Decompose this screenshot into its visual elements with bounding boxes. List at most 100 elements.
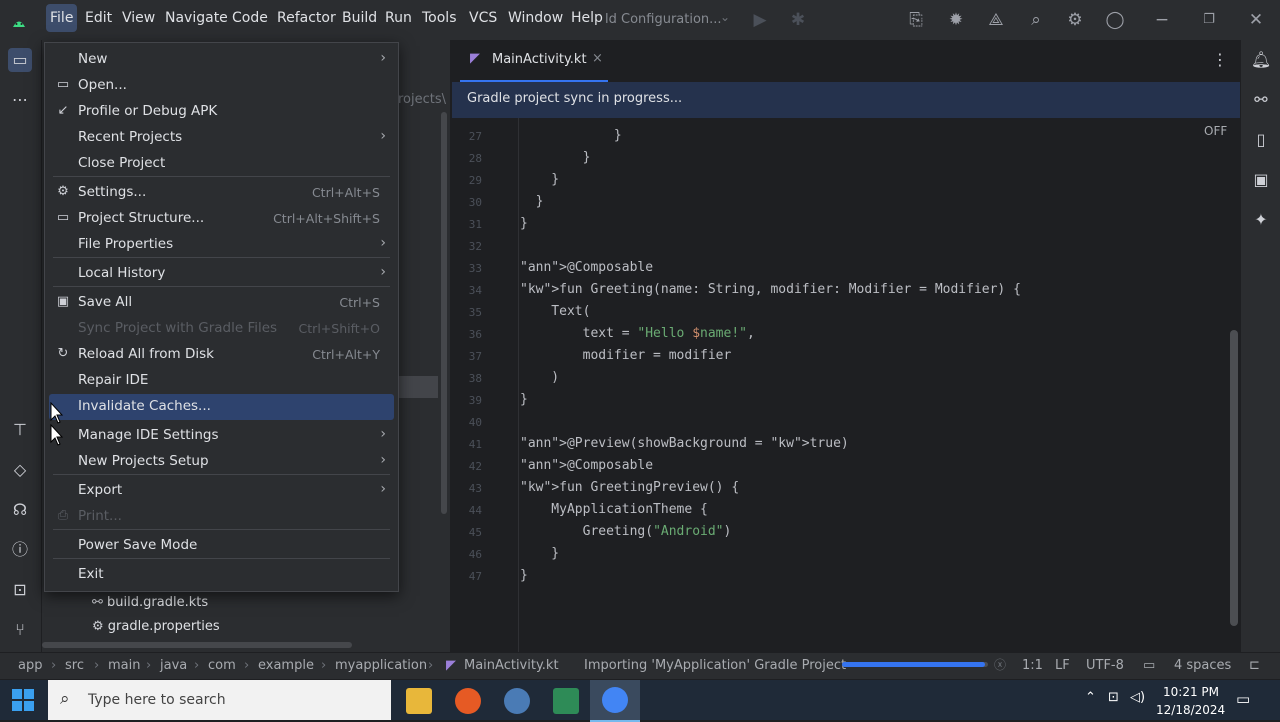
breadcrumb-item[interactable]: src [65,658,84,673]
inlay-hints-toggle[interactable]: OFF [1204,124,1227,138]
menu-view[interactable]: View [122,10,155,26]
menu-tools[interactable]: Tools [422,10,457,26]
menu-item-manage-ide-settings[interactable]: Manage IDE Settings › [45,423,398,449]
breadcrumb-item[interactable]: com [208,658,236,673]
code-line[interactable]: Text( [520,304,590,319]
menu-file[interactable]: File [46,4,78,32]
terminal-icon[interactable]: ⊡ [8,578,32,602]
tab-close-icon[interactable]: × [592,51,603,66]
gradle-icon[interactable]: ⚯ [1249,88,1273,112]
menu-build[interactable]: Build [342,10,377,26]
menu-item-open[interactable]: ▭ Open... [45,73,398,99]
menu-run[interactable]: Run [385,10,412,26]
build-variants-icon[interactable]: ⊤ [8,418,32,442]
code-line[interactable]: "ann">@Preview(showBackground = "kw">tru… [520,436,849,451]
breadcrumb-item[interactable]: myapplication [335,658,427,673]
code-line[interactable]: ) [520,370,559,385]
background-task-label[interactable]: Importing 'MyApplication' Gradle Project [584,658,846,673]
menu-vcs[interactable]: VCS [469,10,497,26]
cancel-task-icon[interactable]: ⓧ [994,656,1006,673]
menu-item-new[interactable]: New › [45,47,398,73]
device-manager-icon[interactable]: ▯ [1249,128,1273,152]
file-encoding[interactable]: UTF-8 [1086,658,1124,673]
account-icon[interactable]: ◯ [1103,8,1127,32]
project-folder-icon[interactable]: ▭ [8,48,32,72]
clock-date[interactable]: 12/18/2024 [1156,703,1225,717]
close-icon[interactable]: ✕ [1244,8,1268,32]
volume-icon[interactable]: ◁) [1130,690,1145,705]
running-devices-icon[interactable]: ▣ [1249,168,1273,192]
memory-indicator-icon[interactable]: ▭ [1143,658,1155,673]
horizontal-scrollbar[interactable] [42,642,352,648]
menu-item-close-project[interactable]: Close Project [45,151,398,177]
firefox-icon[interactable] [455,688,481,714]
code-line[interactable]: } [520,128,622,143]
menu-edit[interactable]: Edit [85,10,112,26]
menu-item-new-projects-setup[interactable]: New Projects Setup › [45,449,398,475]
code-line[interactable]: modifier = modifier [520,348,732,363]
menu-navigate[interactable]: Navigate [165,10,228,26]
menu-item-export[interactable]: Export › [45,478,398,504]
lock-icon[interactable]: ⊏ [1249,658,1260,673]
tree-item-build-gradle[interactable]: ⚯ build.gradle.kts [92,595,208,610]
run-icon[interactable]: ▶ [748,8,772,32]
menu-item-repair-ide[interactable]: Repair IDE [45,368,398,394]
file-explorer-icon[interactable] [406,688,432,714]
logcat-icon[interactable]: ☊ [8,498,32,522]
menu-item-power-save-mode[interactable]: Power Save Mode [45,533,398,559]
menu-refactor[interactable]: Refactor [277,10,336,26]
notifications-icon[interactable]: 🔔︎ [1249,48,1273,72]
code-line[interactable]: "ann">@Composable [520,260,653,275]
breadcrumb-item[interactable]: main [108,658,140,673]
gem-icon[interactable]: ◇ [8,458,32,482]
code-line[interactable]: } [520,546,559,561]
menu-item-local-history[interactable]: Local History › [45,261,398,287]
android-studio-taskbar-button[interactable] [590,680,640,722]
windows-start-icon[interactable] [12,689,34,711]
code-line[interactable]: Greeting("Android") [520,524,732,539]
indent-setting[interactable]: 4 spaces [1174,658,1231,673]
run-configuration-selector[interactable]: ld Configuration... [605,12,722,27]
code-line[interactable]: "kw">fun Greeting(name: String, modifier… [520,282,1021,297]
menu-item-profile-or-debug-apk[interactable]: ↙ Profile or Debug APK [45,99,398,125]
gear-icon[interactable]: ⚙ [1063,8,1087,32]
minimize-icon[interactable]: − [1150,8,1174,32]
bug-icon[interactable]: ✹ [944,8,968,32]
code-line[interactable]: MyApplicationTheme { [520,502,708,517]
breadcrumb-item[interactable]: java [160,658,187,673]
code-line[interactable]: "ann">@Composable [520,458,653,473]
profiler-icon[interactable]: ⟁ [984,8,1008,32]
code-line[interactable]: } [520,568,528,583]
tab-mainactivity[interactable]: ◤ MainActivity.kt × [460,40,608,82]
project-panel-scrollbar[interactable] [441,112,447,514]
code-line[interactable]: } [520,194,544,209]
menu-item-exit[interactable]: Exit [45,562,398,588]
code-line[interactable]: text = "Hello $name!", [520,326,755,341]
network-icon[interactable]: ⊡ [1108,690,1119,705]
editor-scrollbar[interactable] [1230,330,1238,626]
line-separator[interactable]: LF [1055,658,1070,673]
git-icon[interactable]: ⑂ [8,618,32,642]
tree-item-gradle-properties[interactable]: ⚙ gradle.properties [92,619,220,634]
menu-item-recent-projects[interactable]: Recent Projects › [45,125,398,151]
code-line[interactable]: } [520,172,559,187]
notification-center-icon[interactable]: ▭ [1236,690,1250,708]
code-line[interactable]: } [520,216,528,231]
caret-position[interactable]: 1:1 [1022,658,1043,673]
menu-window[interactable]: Window [508,10,563,26]
terminal-app-icon[interactable] [553,688,579,714]
taskbar-search[interactable]: ⌕ Type here to search [48,680,391,720]
code-line[interactable]: } [520,150,591,165]
menu-item-save-all[interactable]: ▣ Save All Ctrl+S [45,290,398,316]
device-manager-icon[interactable]: ⎘ [904,8,928,32]
search-icon[interactable]: ⌕ [1024,8,1048,32]
problems-icon[interactable]: ⓘ [8,538,32,562]
menu-item-file-properties[interactable]: File Properties › [45,232,398,258]
menu-code[interactable]: Code [232,10,268,26]
gemini-icon[interactable]: ✦ [1249,208,1273,232]
breadcrumb-item[interactable]: MainActivity.kt [464,658,559,673]
code-line[interactable]: "kw">fun GreetingPreview() { [520,480,739,495]
breadcrumb-item[interactable]: example [258,658,314,673]
weather-app-icon[interactable] [504,688,530,714]
menu-item-reload-all-from-disk[interactable]: ↻ Reload All from Disk Ctrl+Alt+Y [45,342,398,368]
